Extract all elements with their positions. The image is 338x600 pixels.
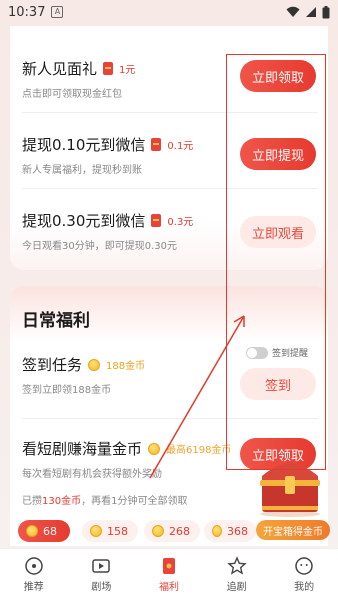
red-packet-icon xyxy=(103,62,114,75)
divider xyxy=(22,112,318,113)
task-signin: 签到任务 188金币 签到立即领188金币 xyxy=(22,354,145,396)
tab-theater[interactable]: 剧场 xyxy=(71,556,131,593)
red-packet-icon xyxy=(151,138,162,151)
reminder-toggle[interactable] xyxy=(246,346,268,359)
reminder-label: 签到提醒 xyxy=(272,349,309,359)
coin-progress-amount: 130金币 xyxy=(42,496,82,507)
task-reward: 最高6198金币 xyxy=(166,445,232,456)
profile-icon xyxy=(295,557,313,575)
task-subtitle: 新人专属福利，提现秒到账 xyxy=(22,165,142,176)
coin-icon xyxy=(90,525,102,537)
coin-progress-text: 已攒130金币，再看1分钟可全部领取 xyxy=(22,496,188,507)
open-chest-button[interactable]: 开宝箱得金币 xyxy=(256,520,330,540)
task-title: 看短剧赚海量金币 xyxy=(22,440,143,458)
coin-pill[interactable]: 268 xyxy=(144,520,200,542)
red-packet-icon xyxy=(151,214,162,227)
coin-icon xyxy=(212,525,222,537)
task-subtitle: 签到立即领188金币 xyxy=(22,385,112,396)
task-reward: 0.1元 xyxy=(167,141,194,152)
tab-follow[interactable]: 追剧 xyxy=(207,556,267,593)
task-title: 提现0.30元到微信 xyxy=(22,212,146,230)
coin-icon xyxy=(148,442,161,455)
tab-recommend[interactable]: 推荐 xyxy=(4,556,64,593)
signal-icon xyxy=(306,7,316,17)
status-time: 10:37 xyxy=(8,4,46,20)
task-withdraw-010: 提现0.10元到微信 0.1元 新人专属福利，提现秒到账 xyxy=(22,134,193,176)
signin-button[interactable]: 签到 xyxy=(240,368,316,400)
withdraw-button[interactable]: 立即提现 xyxy=(240,138,316,170)
theater-icon xyxy=(92,559,111,573)
signin-reminder[interactable]: 签到提醒 xyxy=(246,346,308,359)
wifi-icon xyxy=(286,6,300,17)
watch-now-button[interactable]: 立即观看 xyxy=(240,216,316,248)
tab-profile[interactable]: 我的 xyxy=(274,556,334,593)
tab-welfare[interactable]: 福利 xyxy=(139,556,199,593)
task-subtitle: 点击即可领取现金红包 xyxy=(22,89,122,100)
coin-pill[interactable]: 368 xyxy=(204,520,256,542)
task-new-user-gift: 新人见面礼 1元 点击即可领取现金红包 xyxy=(22,58,135,100)
coin-pill[interactable]: 68 xyxy=(18,520,70,542)
coin-icon xyxy=(152,525,164,537)
bottom-tab-bar: 推荐 剧场 福利 追剧 我的 xyxy=(0,548,338,600)
coin-icon xyxy=(26,525,38,537)
coin-icon xyxy=(88,358,101,371)
task-title: 提现0.10元到微信 xyxy=(22,136,146,154)
treasure-chest-icon[interactable] xyxy=(252,452,328,518)
task-reward: 0.3元 xyxy=(167,217,194,228)
recommend-icon xyxy=(25,557,43,575)
task-watch-drama: 看短剧赚海量金币 最高6198金币 每次看短剧有机会获得额外奖励 xyxy=(22,438,231,480)
task-subtitle: 每次看短剧有机会获得额外奖励 xyxy=(22,469,162,480)
notification-icon: A xyxy=(51,6,64,18)
battery-icon xyxy=(322,5,330,18)
task-reward: 188金币 xyxy=(106,361,146,372)
claim-gift-button[interactable]: 立即领取 xyxy=(240,60,316,92)
task-reward: 1元 xyxy=(119,65,136,76)
welfare-icon xyxy=(162,558,175,574)
section-title: 日常福利 xyxy=(22,311,90,331)
task-title: 签到任务 xyxy=(22,356,83,374)
divider xyxy=(22,418,318,419)
divider xyxy=(22,188,318,189)
task-subtitle: 今日观看30分钟，即可提现0.30元 xyxy=(22,241,177,252)
coin-pill[interactable]: 158 xyxy=(82,520,138,542)
task-withdraw-030: 提现0.30元到微信 0.3元 今日观看30分钟，即可提现0.30元 xyxy=(22,210,193,252)
task-title: 新人见面礼 xyxy=(22,60,98,78)
follow-icon xyxy=(226,556,247,575)
status-bar: 10:37 A xyxy=(0,0,338,24)
